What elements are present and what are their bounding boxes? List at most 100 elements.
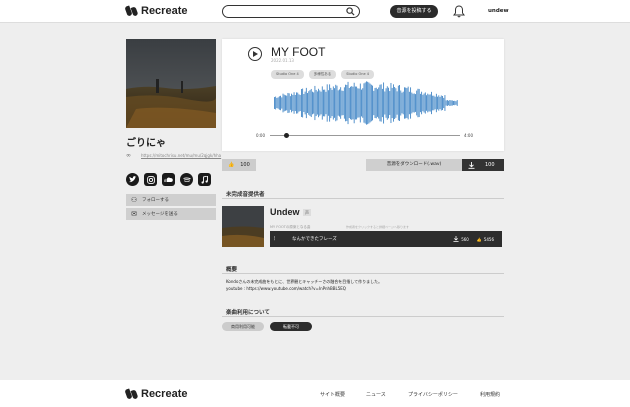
footer-link-news[interactable]: ニュース: [366, 391, 386, 398]
time-current: 0:00: [256, 133, 265, 138]
waveform-bar: [362, 88, 364, 118]
waveform-bar: [354, 86, 356, 120]
waveform-bar: [335, 84, 337, 122]
waveform-bar: [316, 91, 318, 115]
waveform-bar: [378, 87, 380, 119]
waveform-bar: [283, 94, 285, 112]
user-menu[interactable]: undew: [488, 8, 509, 14]
child-player-bar[interactable]: ⦙ なんかできたフレーズ 560 👍 5456: [270, 231, 502, 247]
footer-link-privacy[interactable]: プライバシーポリシー: [408, 391, 458, 398]
music-note-icon[interactable]: [198, 173, 211, 186]
waveform-bar: [456, 100, 458, 106]
spotify-icon[interactable]: [180, 173, 193, 186]
waveform[interactable]: [274, 81, 458, 125]
waveform-bar: [449, 100, 451, 106]
waveform-bar: [327, 90, 329, 116]
waveform-bar: [364, 82, 366, 124]
waveform-bar: [300, 89, 302, 117]
waveform-bar: [428, 94, 430, 112]
waveform-bar: [404, 87, 405, 119]
logo-icon: [124, 5, 139, 17]
artist-link-url[interactable]: https://mitochrisu.net/mu/mu/2qjgk/hha: [141, 153, 221, 158]
waveform-bar: [401, 92, 403, 114]
waveform-bar: [342, 90, 344, 116]
waveform-bar: [348, 87, 350, 119]
child-cover-image[interactable]: [222, 206, 264, 247]
twitter-icon[interactable]: [126, 173, 139, 186]
waveform-bar: [416, 90, 418, 116]
waveform-bar: [421, 91, 423, 115]
summary-heading: 概要: [226, 267, 238, 273]
search-icon[interactable]: [346, 7, 355, 16]
waveform-bar: [440, 95, 442, 111]
seek-handle[interactable]: [284, 133, 289, 138]
waveform-bar: [435, 93, 437, 113]
tag[interactable]: 多様性ある: [308, 70, 337, 79]
waveform-bar: [442, 95, 443, 111]
footer: Recreate サイト概要 ニュース プライバシーポリシー 利用規約: [0, 380, 630, 407]
waveform-bar: [315, 89, 317, 117]
download-icon: [468, 161, 475, 169]
soundcloud-icon[interactable]: [162, 173, 175, 186]
time-total: 4:00: [464, 133, 473, 138]
instagram-icon[interactable]: [144, 173, 157, 186]
waveform-bar: [299, 94, 301, 112]
waveform-bar: [325, 91, 327, 115]
post-audio-button[interactable]: 音源を投稿する: [390, 5, 438, 18]
waveform-bar: [402, 91, 404, 115]
waveform-bar: [405, 87, 407, 119]
waveform-bar: [298, 94, 300, 112]
waveform-bar: [312, 91, 313, 115]
download-stat-value: 560: [461, 236, 469, 242]
waveform-bar: [274, 97, 275, 109]
waveform-bar: [332, 86, 334, 120]
waveform-bar: [451, 100, 453, 106]
youtube-link[interactable]: youtube : https://www.youtube.com/watch?…: [226, 285, 382, 292]
artist-link[interactable]: ∞ https://mitochrisu.net/mu/mu/2qjgk/hha: [126, 153, 221, 159]
waveform-bar: [292, 94, 294, 112]
seek-bar[interactable]: [270, 133, 460, 138]
footer-link-about[interactable]: サイト概要: [320, 391, 345, 398]
waveform-bar: [277, 97, 279, 109]
waveform-bar: [433, 95, 435, 111]
footer-logo[interactable]: Recreate: [124, 388, 188, 400]
footer-link-terms[interactable]: 利用規約: [480, 391, 500, 398]
waveform-bar: [341, 90, 343, 116]
divider: [222, 273, 504, 274]
waveform-icon[interactable]: ⦙: [274, 235, 286, 243]
message-button[interactable]: ✉ メッセージを送る: [126, 208, 216, 220]
artist-name[interactable]: ごりにゃ: [126, 134, 166, 149]
waveform-bar: [455, 101, 457, 105]
waveform-bar: [437, 96, 439, 110]
tag[interactable]: Studio One 4: [341, 70, 374, 79]
waveform-bar: [413, 93, 415, 113]
waveform-bar: [337, 90, 339, 116]
play-icon[interactable]: [248, 47, 262, 61]
waveform-bar: [444, 95, 446, 111]
waveform-bar: [443, 97, 445, 109]
waveform-bar: [410, 87, 412, 119]
footer-logo-text: Recreate: [141, 388, 188, 400]
waveform-bar: [453, 100, 454, 106]
waveform-bar: [358, 88, 360, 118]
logo[interactable]: Recreate: [124, 5, 187, 17]
waveform-bar: [334, 88, 335, 118]
no-reprint-badge: 転載不可: [270, 322, 312, 331]
waveform-bar: [389, 91, 391, 115]
like-button[interactable]: 👍 100: [222, 159, 256, 171]
waveform-bar: [313, 92, 315, 114]
waveform-bar: [431, 91, 432, 115]
waveform-bar: [374, 87, 376, 119]
download-button[interactable]: 音源をダウンロード(.wav): [366, 159, 462, 171]
waveform-bar: [383, 82, 385, 124]
waveform-bar: [346, 84, 348, 122]
child-description: MY FOOTの原案となる曲: [270, 225, 311, 229]
follow-button[interactable]: ⚇ フォローする: [126, 194, 216, 206]
waveform-bar: [367, 81, 369, 125]
bell-icon[interactable]: [453, 5, 465, 18]
child-creator-name[interactable]: Undew: [270, 207, 300, 217]
waveform-bar: [429, 94, 431, 112]
search-input[interactable]: [222, 5, 360, 18]
tag[interactable]: Studio One 4: [271, 70, 304, 79]
waveform-bar: [293, 92, 295, 114]
